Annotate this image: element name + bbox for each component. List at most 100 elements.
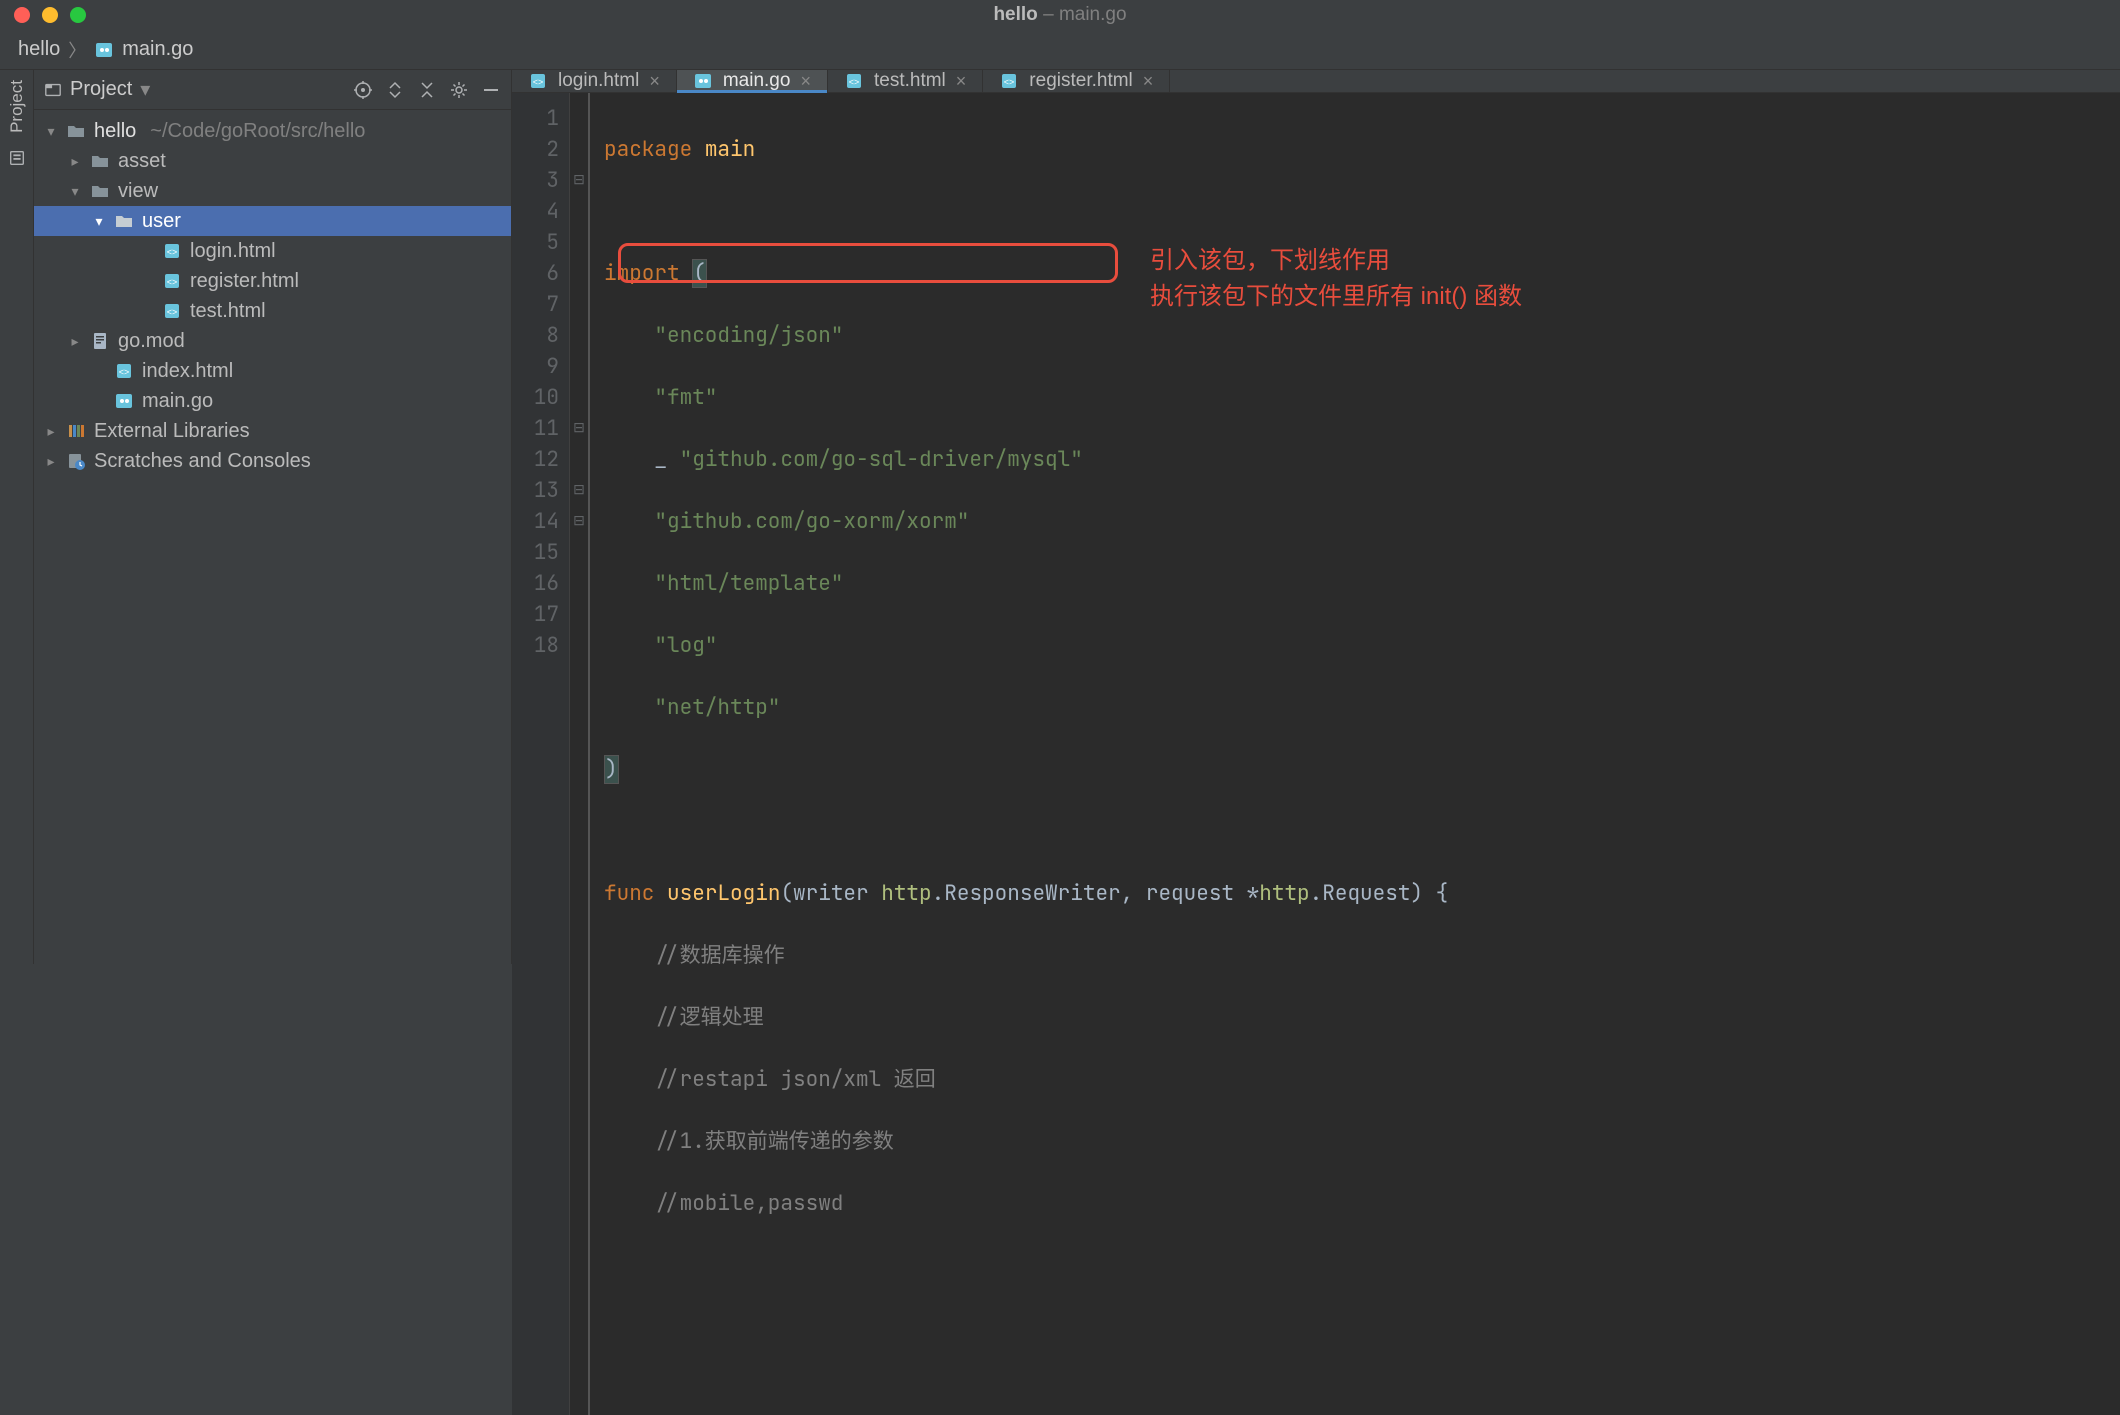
- line-number: 6: [512, 258, 559, 289]
- folder-icon: [66, 121, 86, 141]
- sidebar-header: Project ▾: [34, 70, 511, 110]
- html-file-icon: <>: [999, 71, 1019, 91]
- tree-label: login.html: [190, 240, 276, 263]
- library-icon: [66, 421, 86, 441]
- close-icon[interactable]: ×: [956, 71, 967, 92]
- tree-folder-view[interactable]: ▾ view: [34, 176, 511, 206]
- tree-label: go.mod: [118, 330, 185, 353]
- file-icon: [90, 331, 110, 351]
- title-file: main.go: [1059, 4, 1127, 25]
- keyword: import: [604, 260, 680, 287]
- tree-label: user: [142, 210, 181, 233]
- svg-text:<>: <>: [533, 77, 544, 87]
- hide-icon[interactable]: [481, 80, 501, 100]
- code-text: ) {: [1410, 880, 1448, 907]
- type: http: [1259, 880, 1309, 907]
- tree-file-register[interactable]: <> register.html: [34, 266, 511, 296]
- line-number: 10: [512, 382, 559, 413]
- tree-file-gomod[interactable]: ▸ go.mod: [34, 326, 511, 356]
- code-content[interactable]: package main import ( "encoding/json" "f…: [590, 93, 2120, 1415]
- line-number: 5: [512, 227, 559, 258]
- chevron-down-icon[interactable]: ▾: [68, 184, 82, 198]
- fold-icon[interactable]: ⊟: [570, 475, 588, 506]
- collapse-all-icon[interactable]: [417, 80, 437, 100]
- fold-end-icon[interactable]: ⊟: [570, 413, 588, 444]
- code-text: , request *: [1121, 880, 1260, 907]
- tree-root[interactable]: ▾ hello ~/Code/goRoot/src/hello: [34, 116, 511, 146]
- line-number: 11: [512, 413, 559, 444]
- structure-tool-icon[interactable]: [8, 149, 26, 167]
- window-title: hello – main.go: [993, 4, 1126, 26]
- tree-file-test[interactable]: <> test.html: [34, 296, 511, 326]
- identifier: main: [705, 136, 755, 163]
- sidebar-title: Project: [70, 78, 132, 101]
- close-icon[interactable]: ×: [1143, 71, 1154, 92]
- func-name: userLogin: [667, 880, 780, 907]
- maximize-window-button[interactable]: [70, 7, 86, 23]
- tree-external-libs[interactable]: ▸ External Libraries: [34, 416, 511, 446]
- code-text: (writer: [780, 880, 881, 907]
- project-view-icon: [44, 81, 62, 99]
- tree-label: asset: [118, 150, 166, 173]
- line-number: 2: [512, 134, 559, 165]
- tree-label: External Libraries: [94, 420, 250, 443]
- tree-file-login[interactable]: <> login.html: [34, 236, 511, 266]
- close-window-button[interactable]: [14, 7, 30, 23]
- tree-folder-asset[interactable]: ▸ asset: [34, 146, 511, 176]
- keyword: func: [604, 880, 654, 907]
- tab-test[interactable]: <> test.html ×: [828, 70, 983, 92]
- chevron-right-icon[interactable]: ▸: [68, 334, 82, 348]
- line-number: 18: [512, 630, 559, 661]
- line-gutter: 1 2 3 4 5 6 7 8 9 10 11 12 13 14 15 16 1…: [512, 93, 570, 1415]
- breadcrumb-root[interactable]: hello: [18, 38, 60, 61]
- line-number: 9: [512, 351, 559, 382]
- line-number: 1: [512, 103, 559, 134]
- tree-file-maingo[interactable]: main.go: [34, 386, 511, 416]
- tree-label: main.go: [142, 390, 213, 413]
- tree-file-index[interactable]: <> index.html: [34, 356, 511, 386]
- chevron-down-icon[interactable]: ▾: [44, 124, 58, 138]
- breadcrumb-file[interactable]: main.go: [122, 38, 193, 61]
- tree-folder-user[interactable]: ▾ user: [34, 206, 511, 236]
- title-project: hello: [993, 4, 1037, 25]
- fold-icon[interactable]: ⊟: [570, 165, 588, 196]
- tab-register[interactable]: <> register.html ×: [983, 70, 1170, 92]
- keyword: package: [604, 136, 692, 163]
- line-number: 13: [512, 475, 559, 506]
- close-icon[interactable]: ×: [800, 71, 811, 92]
- tree-scratches[interactable]: ▸ Scratches and Consoles: [34, 446, 511, 476]
- chevron-right-icon[interactable]: ▸: [44, 454, 58, 468]
- string: "github.com/go-sql-driver/mysql": [680, 446, 1083, 473]
- string: "html/template": [654, 570, 843, 597]
- locate-icon[interactable]: [353, 80, 373, 100]
- settings-icon[interactable]: [449, 80, 469, 100]
- paren: (: [692, 259, 707, 288]
- chevron-down-icon[interactable]: ▾: [92, 214, 106, 228]
- folder-icon: [90, 151, 110, 171]
- project-tree[interactable]: ▾ hello ~/Code/goRoot/src/hello ▸ asset …: [34, 110, 511, 964]
- string: "encoding/json": [654, 322, 843, 349]
- chevron-right-icon[interactable]: ▸: [44, 424, 58, 438]
- tab-login[interactable]: <> login.html ×: [512, 70, 677, 92]
- tab-label: register.html: [1029, 70, 1132, 92]
- dropdown-icon[interactable]: ▾: [140, 77, 150, 102]
- folder-icon: [114, 211, 134, 231]
- minimize-window-button[interactable]: [42, 7, 58, 23]
- close-icon[interactable]: ×: [649, 71, 660, 92]
- fold-icon[interactable]: ⊟: [570, 506, 588, 537]
- svg-text:<>: <>: [1004, 77, 1015, 87]
- blank-identifier: _: [654, 446, 667, 473]
- project-tool-tab[interactable]: Project: [7, 80, 27, 133]
- paren: ): [604, 755, 619, 784]
- type: .ResponseWriter: [932, 880, 1121, 907]
- html-file-icon: <>: [162, 271, 182, 291]
- chevron-right-icon[interactable]: ▸: [68, 154, 82, 168]
- string: "net/http": [654, 694, 780, 721]
- code-area[interactable]: 1 2 3 4 5 6 7 8 9 10 11 12 13 14 15 16 1…: [512, 93, 2120, 1415]
- html-file-icon: <>: [844, 71, 864, 91]
- comment: //数据库操作: [654, 942, 784, 969]
- tab-main-go[interactable]: main.go ×: [677, 70, 828, 92]
- line-number: 16: [512, 568, 559, 599]
- go-file-icon: [114, 391, 134, 411]
- expand-all-icon[interactable]: [385, 80, 405, 100]
